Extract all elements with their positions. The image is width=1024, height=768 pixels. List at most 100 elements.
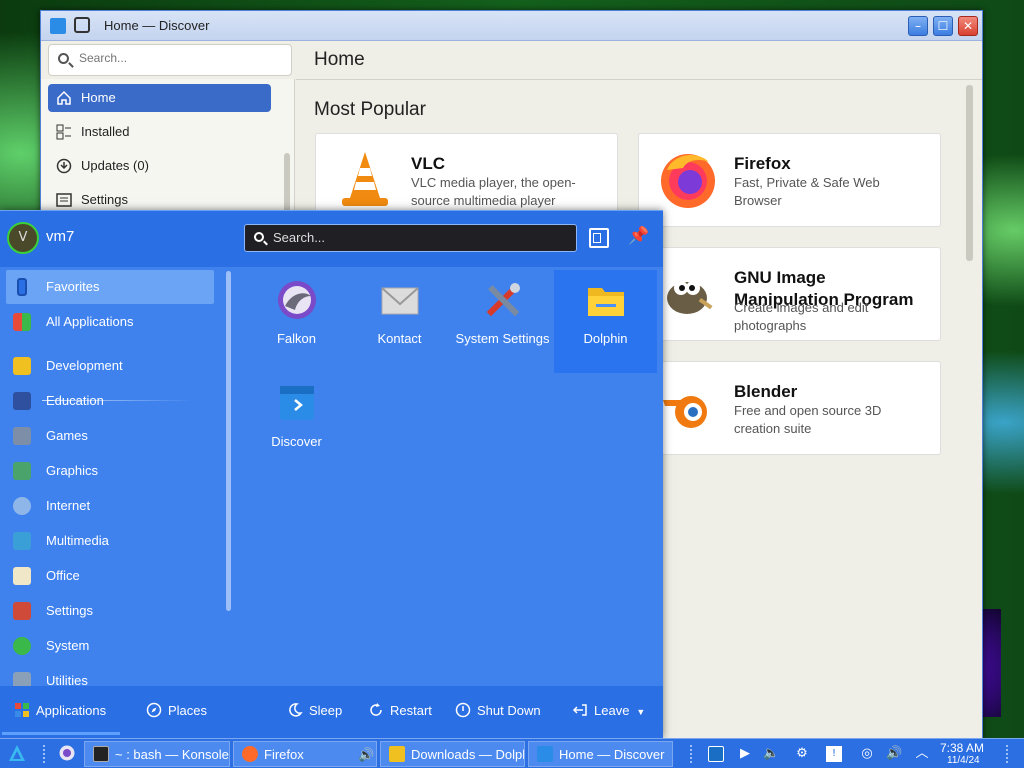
app-card-blender[interactable]: Blender Free and open source 3D creation… (638, 361, 941, 455)
minimize-button[interactable]: – (908, 16, 928, 36)
tab-label: Places (168, 703, 208, 718)
nav-item-installed[interactable]: Installed (48, 118, 271, 146)
nav-item-home[interactable]: Home (48, 84, 271, 112)
folder-icon (389, 746, 405, 762)
configure-launcher-button[interactable] (589, 228, 609, 248)
nav-item-updates[interactable]: Updates (0) (48, 152, 271, 180)
app-description: Fast, Private & Safe Web Browser (734, 175, 880, 208)
system-icon (13, 637, 31, 655)
close-button[interactable]: ✕ (958, 16, 978, 36)
task-dolphin[interactable]: Downloads — Dolphin (380, 741, 525, 767)
sleep-button[interactable]: Sleep (287, 702, 342, 718)
section-title: Most Popular (314, 99, 426, 120)
falkon-icon[interactable] (59, 745, 75, 761)
grid-icon (13, 313, 31, 331)
category-games[interactable]: Games (6, 419, 214, 453)
network-icon[interactable]: ⚙ (794, 746, 810, 762)
task-discover[interactable]: Home — Discover (528, 741, 673, 767)
discover-tray-icon[interactable] (708, 746, 724, 762)
media-play-icon[interactable]: ▶ (737, 746, 753, 762)
favorite-dolphin[interactable]: Dolphin (554, 270, 657, 373)
panel-grip[interactable] (689, 744, 693, 764)
terminal-icon (93, 746, 109, 762)
leave-icon (572, 704, 587, 716)
category-education[interactable]: Education (6, 384, 214, 418)
graphics-icon (13, 462, 31, 480)
expand-tray-icon[interactable]: ︿ (914, 746, 930, 762)
clock-date[interactable]: 11/4/24 (947, 755, 980, 766)
avatar[interactable]: V (7, 222, 39, 254)
window-titlebar[interactable]: Home — Discover – ☐ ✕ (41, 11, 982, 41)
app-label: Kontact (377, 331, 422, 346)
pin-icon[interactable]: 📌 (628, 226, 650, 248)
username: vm7 (46, 228, 75, 245)
app-card-gimp[interactable]: GNU Image Manipulation Program Create im… (638, 247, 941, 341)
main-scrollbar[interactable] (966, 85, 973, 261)
category-label: Internet (46, 498, 91, 513)
category-label: Favorites (46, 279, 100, 294)
favorite-system-settings[interactable]: System Settings (451, 270, 554, 373)
category-settings[interactable]: Settings (6, 594, 214, 628)
firefox-icon (242, 746, 258, 762)
shutdown-button[interactable]: Shut Down (455, 702, 541, 718)
panel-grip[interactable] (1005, 744, 1009, 764)
education-icon (13, 392, 31, 410)
category-office[interactable]: Office (6, 559, 214, 593)
volume-icon[interactable]: 🔈 (763, 746, 779, 762)
favorite-falkon[interactable]: Falkon (245, 270, 348, 373)
category-development[interactable]: Development (6, 349, 214, 383)
panel-grip[interactable] (42, 744, 46, 764)
leave-label: Leave (594, 703, 630, 718)
moon-icon (289, 703, 303, 717)
discover-search-input[interactable] (79, 51, 279, 65)
category-label: Office (46, 568, 80, 583)
clock-time[interactable]: 7:38 AM (940, 741, 984, 755)
tab-places[interactable]: Places (146, 702, 207, 718)
category-label: System (46, 638, 90, 653)
category-system[interactable]: System (6, 629, 214, 663)
favorite-discover[interactable]: Discover (245, 373, 348, 476)
task-konsole[interactable]: ~ : bash — Konsole (84, 741, 230, 767)
multimedia-icon (13, 532, 31, 550)
restart-button[interactable]: Restart (368, 702, 432, 718)
category-internet[interactable]: Internet (6, 489, 214, 523)
discover-app-icon[interactable] (50, 18, 66, 34)
speaker-icon: 🔊 (358, 747, 375, 762)
audio-icon[interactable]: 🔊 (886, 746, 902, 762)
keep-above-icon[interactable] (74, 17, 90, 33)
category-graphics[interactable]: Graphics (6, 454, 214, 488)
firefox-icon (661, 154, 715, 208)
launcher-search-field[interactable] (244, 224, 577, 252)
category-scrollbar[interactable] (226, 271, 231, 611)
gimp-icon (667, 281, 713, 314)
internet-icon (13, 497, 31, 515)
compass-icon (146, 702, 162, 718)
category-label: Games (46, 428, 88, 443)
updates-tray-icon[interactable]: ◎ (859, 746, 875, 762)
app-label: Discover (271, 434, 322, 449)
restart-icon (370, 703, 382, 716)
task-firefox[interactable]: Firefox 🔊 (233, 741, 377, 767)
clipboard-icon[interactable]: ! (826, 746, 842, 762)
app-description: Create images and edit photographs (734, 300, 869, 333)
launcher-search-input[interactable] (273, 230, 563, 245)
nav-label: Installed (81, 124, 130, 139)
tab-label: Applications (36, 703, 107, 718)
category-all-applications[interactable]: All Applications (6, 305, 214, 339)
system-settings-icon (486, 283, 520, 317)
favorite-kontact[interactable]: Kontact (348, 270, 451, 373)
tab-applications[interactable]: Applications (1, 702, 121, 735)
vlc-icon (342, 152, 388, 206)
category-multimedia[interactable]: Multimedia (6, 524, 214, 558)
office-icon (13, 567, 31, 585)
category-label: Development (46, 358, 123, 373)
maximize-button[interactable]: ☐ (933, 16, 953, 36)
app-card-firefox[interactable]: Firefox Fast, Private & Safe Web Browser (638, 133, 941, 227)
category-favorites[interactable]: Favorites (6, 270, 214, 304)
page-title: Home (314, 49, 365, 70)
leave-button[interactable]: Leave ▼ (572, 702, 645, 718)
app-launcher-icon[interactable] (8, 744, 26, 762)
nav-label: Home (81, 90, 116, 105)
discover-search-field[interactable] (48, 44, 292, 76)
nav-label: Settings (81, 192, 128, 207)
